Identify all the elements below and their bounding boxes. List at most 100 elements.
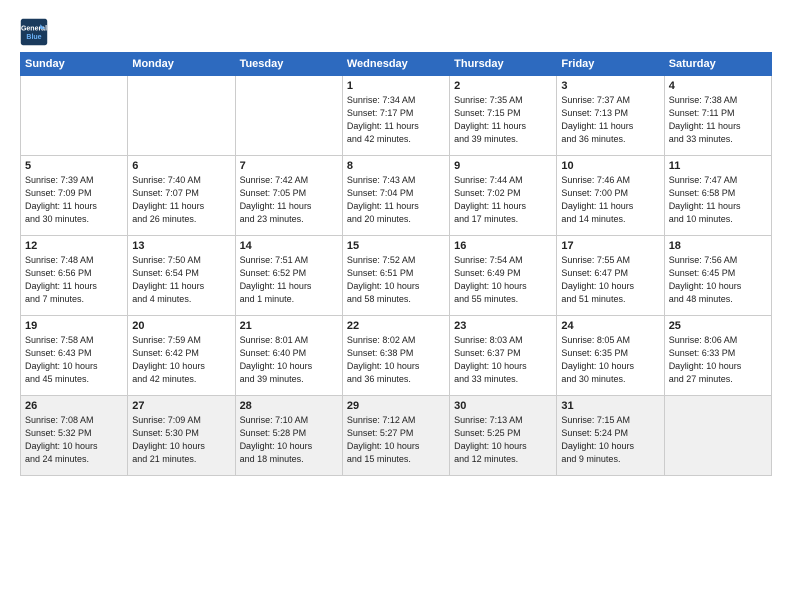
calendar-cell: 2 Sunrise: 7:35 AM Sunset: 7:15 PM Daylig…: [450, 76, 557, 156]
calendar-cell: 30 Sunrise: 7:13 AM Sunset: 5:25 PM Dayli…: [450, 396, 557, 476]
day-info: Sunrise: 7:47 AM Sunset: 6:58 PM Dayligh…: [669, 174, 767, 226]
day-number: 8: [347, 160, 445, 172]
day-info: Sunrise: 8:06 AM Sunset: 6:33 PM Dayligh…: [669, 334, 767, 386]
calendar-cell: 12Sunrise: 7:48 AM Sunset: 6:56 PM Dayli…: [21, 236, 128, 316]
calendar-cell: 29Sunrise: 7:12 AM Sunset: 5:27 PM Dayli…: [342, 396, 449, 476]
day-number: 2: [454, 80, 552, 92]
calendar-cell: 28 Sunrise: 7:10 AM Sunset: 5:28 PM Dayli…: [235, 396, 342, 476]
day-info: Sunrise: 7:10 AM Sunset: 5:28 PM Dayligh…: [240, 414, 338, 466]
day-info: Sunrise: 7:35 AM Sunset: 7:15 PM Dayligh…: [454, 94, 552, 146]
weekday-header-saturday: Saturday: [664, 53, 771, 76]
day-info: Sunrise: 8:01 AM Sunset: 6:40 PM Dayligh…: [240, 334, 338, 386]
day-info: Sunrise: 7:37 AM Sunset: 7:13 PM Dayligh…: [561, 94, 659, 146]
day-info: Sunrise: 7:50 AM Sunset: 6:54 PM Dayligh…: [132, 254, 230, 306]
day-info: Sunrise: 7:34 AM Sunset: 7:17 PM Dayligh…: [347, 94, 445, 146]
day-info: Sunrise: 7:38 AM Sunset: 7:11 PM Dayligh…: [669, 94, 767, 146]
day-number: 25: [669, 320, 767, 332]
day-info: Sunrise: 7:52 AM Sunset: 6:51 PM Dayligh…: [347, 254, 445, 306]
week-row-3: 12Sunrise: 7:48 AM Sunset: 6:56 PM Dayli…: [21, 236, 772, 316]
calendar-cell: 19Sunrise: 7:58 AM Sunset: 6:43 PM Dayli…: [21, 316, 128, 396]
week-row-1: 1 Sunrise: 7:34 AM Sunset: 7:17 PM Daylig…: [21, 76, 772, 156]
calendar-cell: 3 Sunrise: 7:37 AM Sunset: 7:13 PM Daylig…: [557, 76, 664, 156]
weekday-header-sunday: Sunday: [21, 53, 128, 76]
day-number: 21: [240, 320, 338, 332]
calendar-table: SundayMondayTuesdayWednesdayThursdayFrid…: [20, 52, 772, 476]
day-info: Sunrise: 7:44 AM Sunset: 7:02 PM Dayligh…: [454, 174, 552, 226]
calendar-cell: 13 Sunrise: 7:50 AM Sunset: 6:54 PM Dayli…: [128, 236, 235, 316]
day-info: Sunrise: 7:09 AM Sunset: 5:30 PM Dayligh…: [132, 414, 230, 466]
day-number: 11: [669, 160, 767, 172]
day-number: 28: [240, 400, 338, 412]
weekday-header-monday: Monday: [128, 53, 235, 76]
day-number: 7: [240, 160, 338, 172]
day-info: Sunrise: 8:05 AM Sunset: 6:35 PM Dayligh…: [561, 334, 659, 386]
day-info: Sunrise: 7:42 AM Sunset: 7:05 PM Dayligh…: [240, 174, 338, 226]
day-number: 18: [669, 240, 767, 252]
day-info: Sunrise: 7:15 AM Sunset: 5:24 PM Dayligh…: [561, 414, 659, 466]
day-number: 23: [454, 320, 552, 332]
day-info: Sunrise: 7:43 AM Sunset: 7:04 PM Dayligh…: [347, 174, 445, 226]
day-number: 13: [132, 240, 230, 252]
day-info: Sunrise: 7:13 AM Sunset: 5:25 PM Dayligh…: [454, 414, 552, 466]
day-number: 12: [25, 240, 123, 252]
day-number: 3: [561, 80, 659, 92]
calendar-cell: 22 Sunrise: 8:02 AM Sunset: 6:38 PM Dayli…: [342, 316, 449, 396]
day-number: 22: [347, 320, 445, 332]
week-row-2: 5 Sunrise: 7:39 AM Sunset: 7:09 PM Daylig…: [21, 156, 772, 236]
svg-text:Blue: Blue: [26, 34, 41, 41]
calendar-cell: 5 Sunrise: 7:39 AM Sunset: 7:09 PM Daylig…: [21, 156, 128, 236]
day-info: Sunrise: 7:55 AM Sunset: 6:47 PM Dayligh…: [561, 254, 659, 306]
calendar-cell: 16 Sunrise: 7:54 AM Sunset: 6:49 PM Dayli…: [450, 236, 557, 316]
day-number: 24: [561, 320, 659, 332]
day-number: 6: [132, 160, 230, 172]
day-info: Sunrise: 7:56 AM Sunset: 6:45 PM Dayligh…: [669, 254, 767, 306]
day-number: 17: [561, 240, 659, 252]
day-info: Sunrise: 7:08 AM Sunset: 5:32 PM Dayligh…: [25, 414, 123, 466]
calendar-cell: 25 Sunrise: 8:06 AM Sunset: 6:33 PM Dayli…: [664, 316, 771, 396]
weekday-header-friday: Friday: [557, 53, 664, 76]
calendar-cell: [235, 76, 342, 156]
calendar-cell: 27 Sunrise: 7:09 AM Sunset: 5:30 PM Dayli…: [128, 396, 235, 476]
calendar-cell: 15 Sunrise: 7:52 AM Sunset: 6:51 PM Dayli…: [342, 236, 449, 316]
calendar-cell: [21, 76, 128, 156]
day-number: 30: [454, 400, 552, 412]
calendar-cell: 23 Sunrise: 8:03 AM Sunset: 6:37 PM Dayli…: [450, 316, 557, 396]
calendar-cell: 7 Sunrise: 7:42 AM Sunset: 7:05 PM Daylig…: [235, 156, 342, 236]
day-info: Sunrise: 8:02 AM Sunset: 6:38 PM Dayligh…: [347, 334, 445, 386]
day-number: 31: [561, 400, 659, 412]
calendar-cell: 17 Sunrise: 7:55 AM Sunset: 6:47 PM Dayli…: [557, 236, 664, 316]
day-info: Sunrise: 7:39 AM Sunset: 7:09 PM Dayligh…: [25, 174, 123, 226]
day-number: 1: [347, 80, 445, 92]
calendar-cell: 21 Sunrise: 8:01 AM Sunset: 6:40 PM Dayli…: [235, 316, 342, 396]
calendar-cell: 6 Sunrise: 7:40 AM Sunset: 7:07 PM Daylig…: [128, 156, 235, 236]
calendar-cell: 14 Sunrise: 7:51 AM Sunset: 6:52 PM Dayli…: [235, 236, 342, 316]
calendar-cell: 11 Sunrise: 7:47 AM Sunset: 6:58 PM Dayli…: [664, 156, 771, 236]
day-info: Sunrise: 7:51 AM Sunset: 6:52 PM Dayligh…: [240, 254, 338, 306]
day-info: Sunrise: 8:03 AM Sunset: 6:37 PM Dayligh…: [454, 334, 552, 386]
page: General Blue SundayMondayTuesdayWednesda…: [0, 0, 792, 612]
week-row-4: 19Sunrise: 7:58 AM Sunset: 6:43 PM Dayli…: [21, 316, 772, 396]
day-number: 5: [25, 160, 123, 172]
logo-area: General Blue: [20, 18, 52, 46]
day-info: Sunrise: 7:54 AM Sunset: 6:49 PM Dayligh…: [454, 254, 552, 306]
day-number: 19: [25, 320, 123, 332]
svg-text:General: General: [21, 25, 47, 32]
day-number: 14: [240, 240, 338, 252]
weekday-header-thursday: Thursday: [450, 53, 557, 76]
calendar-cell: 18 Sunrise: 7:56 AM Sunset: 6:45 PM Dayli…: [664, 236, 771, 316]
day-number: 15: [347, 240, 445, 252]
day-number: 26: [25, 400, 123, 412]
calendar-cell: 10Sunrise: 7:46 AM Sunset: 7:00 PM Dayli…: [557, 156, 664, 236]
day-number: 4: [669, 80, 767, 92]
weekday-header-row: SundayMondayTuesdayWednesdayThursdayFrid…: [21, 53, 772, 76]
day-number: 27: [132, 400, 230, 412]
week-row-5: 26 Sunrise: 7:08 AM Sunset: 5:32 PM Dayli…: [21, 396, 772, 476]
day-number: 20: [132, 320, 230, 332]
day-number: 16: [454, 240, 552, 252]
logo-icon: General Blue: [20, 18, 48, 46]
calendar-cell: 9Sunrise: 7:44 AM Sunset: 7:02 PM Daylig…: [450, 156, 557, 236]
day-info: Sunrise: 7:12 AM Sunset: 5:27 PM Dayligh…: [347, 414, 445, 466]
weekday-header-tuesday: Tuesday: [235, 53, 342, 76]
day-info: Sunrise: 7:40 AM Sunset: 7:07 PM Dayligh…: [132, 174, 230, 226]
day-number: 10: [561, 160, 659, 172]
